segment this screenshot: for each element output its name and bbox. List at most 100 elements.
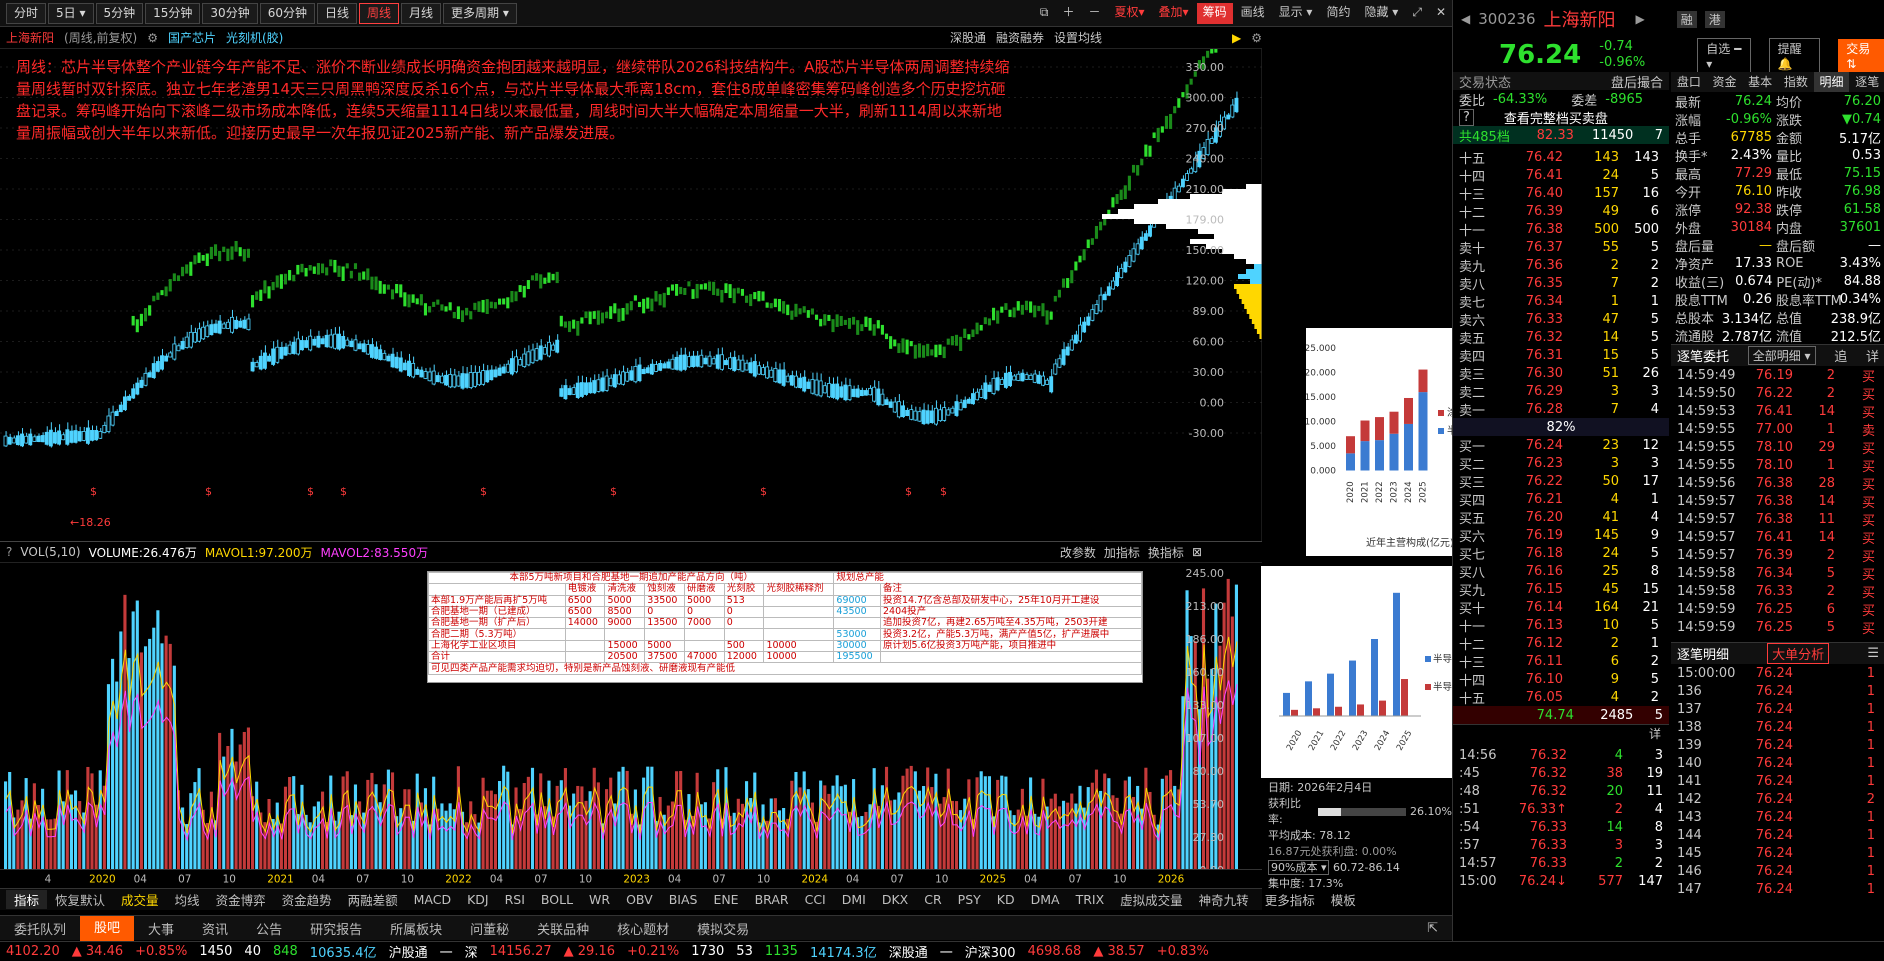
indicator-21[interactable]: KD — [989, 892, 1023, 907]
bottom-tab-6[interactable]: 所属板块 — [376, 919, 456, 938]
indicator-17[interactable]: DMI — [834, 892, 874, 907]
change-params[interactable]: 改参数 — [1060, 544, 1096, 561]
link-sgt[interactable]: 深股通 — [950, 29, 986, 46]
bids-row[interactable]: 买九 76.15 45 15 — [1453, 580, 1669, 599]
bids-row[interactable]: 十五 76.05 4 2 — [1453, 688, 1669, 707]
margin-badge[interactable]: 融 — [1676, 10, 1697, 28]
bids-row[interactable]: 买一 76.24 23 12 — [1453, 436, 1669, 455]
bottom-tab-2[interactable]: 大事 — [134, 919, 188, 938]
detail-corner[interactable]: 详 — [1453, 724, 1669, 746]
indicator-14[interactable]: ENE — [705, 892, 746, 907]
period-week[interactable]: 周线 — [359, 2, 400, 24]
detail-tab-5[interactable]: 逐笔 — [1849, 72, 1884, 92]
bids-row[interactable]: 买三 76.22 50 17 — [1453, 472, 1669, 491]
indicator-27[interactable]: 模板 — [1323, 890, 1364, 909]
hk-badge[interactable]: 港 — [1704, 10, 1725, 28]
period-30min[interactable]: 30分钟 — [202, 2, 258, 24]
asks-row[interactable]: 卖七 76.34 1 1 — [1453, 292, 1669, 311]
order-detail-button[interactable]: 详 — [1866, 346, 1879, 365]
bids-row[interactable]: 十一 76.13 10 5 — [1453, 616, 1669, 635]
bids-row[interactable]: 买五 76.20 41 4 — [1453, 508, 1669, 527]
indicator-10[interactable]: BOLL — [533, 892, 581, 907]
trade-button[interactable]: 交易 ⇅ — [1838, 38, 1884, 72]
alert-button[interactable]: 提醒 🔔 — [1768, 37, 1821, 73]
bids-row[interactable]: 十四 76.10 9 5 — [1453, 670, 1669, 689]
chart-settings-icon[interactable]: ⚙ — [1251, 31, 1262, 45]
big-order-button[interactable]: 大单分析 — [1767, 643, 1830, 664]
bids-row[interactable]: 买七 76.18 24 5 — [1453, 544, 1669, 563]
asks-row[interactable]: 卖二 76.29 3 3 — [1453, 382, 1669, 401]
bottom-tab-10[interactable]: 模拟交易 — [683, 919, 763, 938]
asks-row[interactable]: 卖九 76.36 2 2 — [1453, 256, 1669, 275]
chips-button[interactable]: 筹码 — [1196, 2, 1233, 24]
concept-tag-litho[interactable]: 光刻机(胶) — [226, 29, 283, 46]
bottom-tab-8[interactable]: 关联品种 — [523, 919, 603, 938]
expand-icon[interactable]: ⤢ — [1406, 3, 1428, 24]
indicator-0[interactable]: 指标 — [6, 890, 48, 909]
hide-button[interactable]: 隐藏 ▾ — [1358, 3, 1404, 24]
order-filter-select[interactable]: 全部明细 ▾ — [1747, 346, 1816, 365]
bottom-tab-0[interactable]: 委托队列 — [0, 919, 80, 938]
indicator-15[interactable]: BRAR — [747, 892, 797, 907]
bottom-tab-4[interactable]: 公告 — [242, 919, 296, 938]
bottom-tab-3[interactable]: 资讯 — [188, 919, 242, 938]
add-indicator[interactable]: 加指标 — [1104, 544, 1140, 561]
zoom-out-icon[interactable]: － — [1082, 3, 1106, 24]
asks-row[interactable]: 卖三 76.30 51 26 — [1453, 364, 1669, 383]
indicator-3[interactable]: 均线 — [167, 890, 208, 909]
indicator-8[interactable]: KDJ — [459, 892, 497, 907]
bids-row[interactable]: 买十 76.14 164 21 — [1453, 598, 1669, 617]
bids-row[interactable]: 买四 76.21 4 1 — [1453, 490, 1669, 509]
detail-tab-1[interactable]: 资金 — [1707, 72, 1743, 92]
help-book-icon[interactable]: ? — [1459, 108, 1474, 126]
detail-tab-0[interactable]: 盘口 — [1671, 72, 1707, 92]
bids-row[interactable]: 买二 76.23 3 3 — [1453, 454, 1669, 473]
period-60min[interactable]: 60分钟 — [259, 2, 315, 24]
asks-row[interactable]: 卖六 76.33 47 5 — [1453, 310, 1669, 329]
detail-tab-2[interactable]: 基本 — [1742, 72, 1778, 92]
bottom-tab-1[interactable]: 股吧 — [80, 915, 135, 941]
asks-row[interactable]: 十四 76.41 24 5 — [1453, 166, 1669, 185]
indicator-6[interactable]: 两融差额 — [340, 890, 406, 909]
play-icon[interactable]: ▶ — [1232, 31, 1241, 45]
prev-stock-icon[interactable]: ◀ — [1461, 12, 1470, 26]
indicator-2[interactable]: 成交量 — [113, 890, 167, 909]
indicator-1[interactable]: 恢复默认 — [47, 890, 113, 909]
indicator-12[interactable]: OBV — [618, 892, 661, 907]
tick-settings-icon[interactable]: ☰ — [1867, 646, 1879, 661]
link-margin[interactable]: 融资融券 — [996, 29, 1044, 46]
bids-row[interactable]: 十二 76.12 2 1 — [1453, 634, 1669, 653]
full-book-link[interactable]: 查看完整档买卖盘 — [1504, 108, 1608, 127]
settings-icon[interactable]: ⚙ — [147, 31, 158, 45]
order-chase-button[interactable]: 追 — [1834, 346, 1847, 365]
bottom-tab-7[interactable]: 问董秘 — [456, 919, 523, 938]
indicator-25[interactable]: 神奇九转 — [1191, 890, 1257, 909]
indicator-24[interactable]: 虚拟成交量 — [1112, 890, 1191, 909]
asks-row[interactable]: 十一 76.38 500 500 — [1453, 220, 1669, 239]
bids-row[interactable]: 买六 76.19 145 9 — [1453, 526, 1669, 545]
indicator-16[interactable]: CCI — [797, 892, 834, 907]
draw-line-button[interactable]: 画线 — [1235, 3, 1271, 24]
close-vol-icon[interactable]: ⊠ — [1192, 545, 1202, 559]
indicator-19[interactable]: CR — [916, 892, 949, 907]
help-icon[interactable]: ? — [6, 545, 12, 559]
asks-row[interactable]: 卖八 76.35 7 2 — [1453, 274, 1669, 293]
asks-row[interactable]: 十五 76.42 143 143 — [1453, 148, 1669, 167]
indicator-26[interactable]: 更多指标 — [1257, 890, 1323, 909]
concept-tag-chips[interactable]: 国产芯片 — [168, 29, 216, 46]
switch-indicator[interactable]: 换指标 — [1148, 544, 1184, 561]
close-panel-icon[interactable]: ✕ — [1430, 3, 1452, 24]
detail-tab-4[interactable]: 明细 — [1813, 72, 1850, 92]
indicator-22[interactable]: DMA — [1023, 892, 1068, 907]
asks-row[interactable]: 卖五 76.32 14 5 — [1453, 328, 1669, 347]
window-icon[interactable]: ⧉ — [1034, 3, 1055, 24]
asks-row[interactable]: 十三 76.40 157 16 — [1453, 184, 1669, 203]
period-fenshi[interactable]: 分时 — [6, 2, 47, 24]
asks-row[interactable]: 卖一 76.28 7 4 — [1453, 400, 1669, 419]
full-book-row[interactable]: ? 查看完整档买卖盘 — [1453, 108, 1669, 127]
period-5day[interactable]: 5日 ▾ — [48, 2, 94, 24]
asks-row[interactable]: 十二 76.39 49 6 — [1453, 202, 1669, 221]
period-5min[interactable]: 5分钟 — [95, 2, 144, 24]
indicator-4[interactable]: 资金博弈 — [208, 890, 274, 909]
indicator-5[interactable]: 资金趋势 — [274, 890, 340, 909]
